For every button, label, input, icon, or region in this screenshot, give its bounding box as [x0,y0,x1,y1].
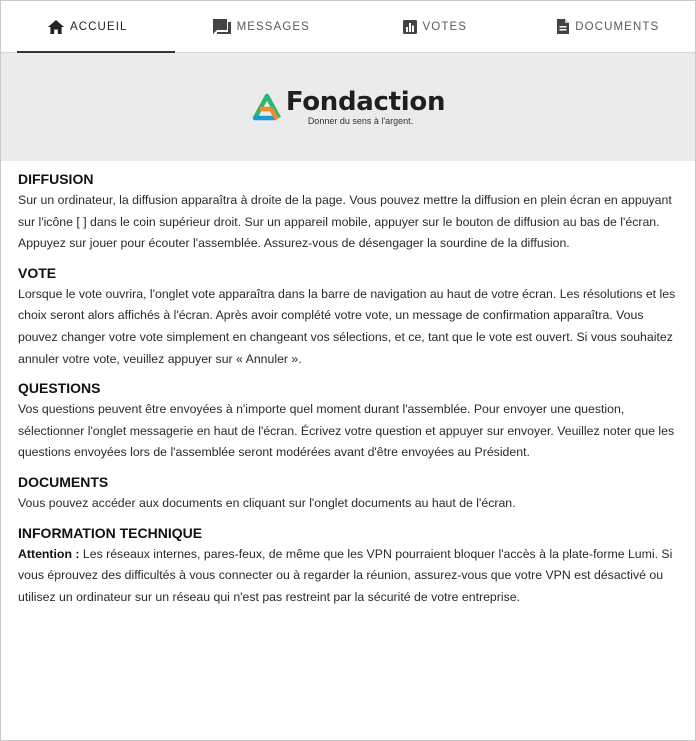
home-icon [47,19,64,34]
tab-documents-label: DOCUMENTS [575,20,660,33]
section-heading: INFORMATION TECHNIQUE [18,524,203,541]
logo-tagline: Donner du sens à l'argent. [307,115,414,126]
document-icon [557,19,570,34]
section-body: Lorsque le vote ouvrira, l'onglet vote a… [18,286,676,366]
section-diffusion: DIFFUSION Sur un ordinateur, la diffusio… [18,171,677,255]
attention-label: Attention : [18,546,80,561]
section-heading: DIFFUSION [18,171,94,187]
tab-votes-label: VOTES [422,20,467,33]
section-body: Attention : Les réseaux internes, pares-… [18,544,677,609]
tab-messages[interactable]: MESSAGES [175,1,349,52]
logo-name: Fondaction [285,86,446,117]
section-body-text: Les réseaux internes, pares-feux, de mêm… [18,546,673,604]
main-content: DIFFUSION Sur un ordinateur, la diffusio… [1,161,695,608]
section-documents: DOCUMENTS Vous pouvez accéder aux docume… [18,474,677,515]
section-questions: QUESTIONS Vos questions peuvent être env… [18,380,677,464]
section-heading: DOCUMENTS [18,473,109,490]
section-information-technique: INFORMATION TECHNIQUE Attention : Les ré… [18,525,677,609]
tab-bar: ACCUEIL MESSAGES VOTES DOCUMENTS [1,1,695,53]
fondaction-logo-mark [252,93,281,121]
tab-accueil[interactable]: ACCUEIL [1,1,175,53]
tab-messages-label: MESSAGES [236,20,310,33]
chat-icon [212,19,231,34]
fondaction-logo: Fondaction Donner du sens à l'argent. [251,89,445,126]
tab-votes[interactable]: VOTES [348,1,522,52]
section-body: Sur un ordinateur, la diffusion apparaît… [18,193,672,251]
logo-banner: Fondaction Donner du sens à l'argent. [1,53,695,161]
section-heading: VOTE [18,264,57,281]
tab-accueil-label: ACCUEIL [69,20,128,33]
bar-chart-icon [402,19,417,34]
page-frame: ACCUEIL MESSAGES VOTES DOCUMENTS Fondact… [0,0,696,741]
section-body: Vous pouvez accéder aux documents en cli… [18,495,516,510]
section-heading: QUESTIONS [18,380,101,397]
section-vote: VOTE Lorsque le vote ouvrira, l'onglet v… [18,265,677,370]
tab-documents[interactable]: DOCUMENTS [522,1,696,52]
section-body: Vos questions peuvent être envoyées à n'… [18,402,675,460]
